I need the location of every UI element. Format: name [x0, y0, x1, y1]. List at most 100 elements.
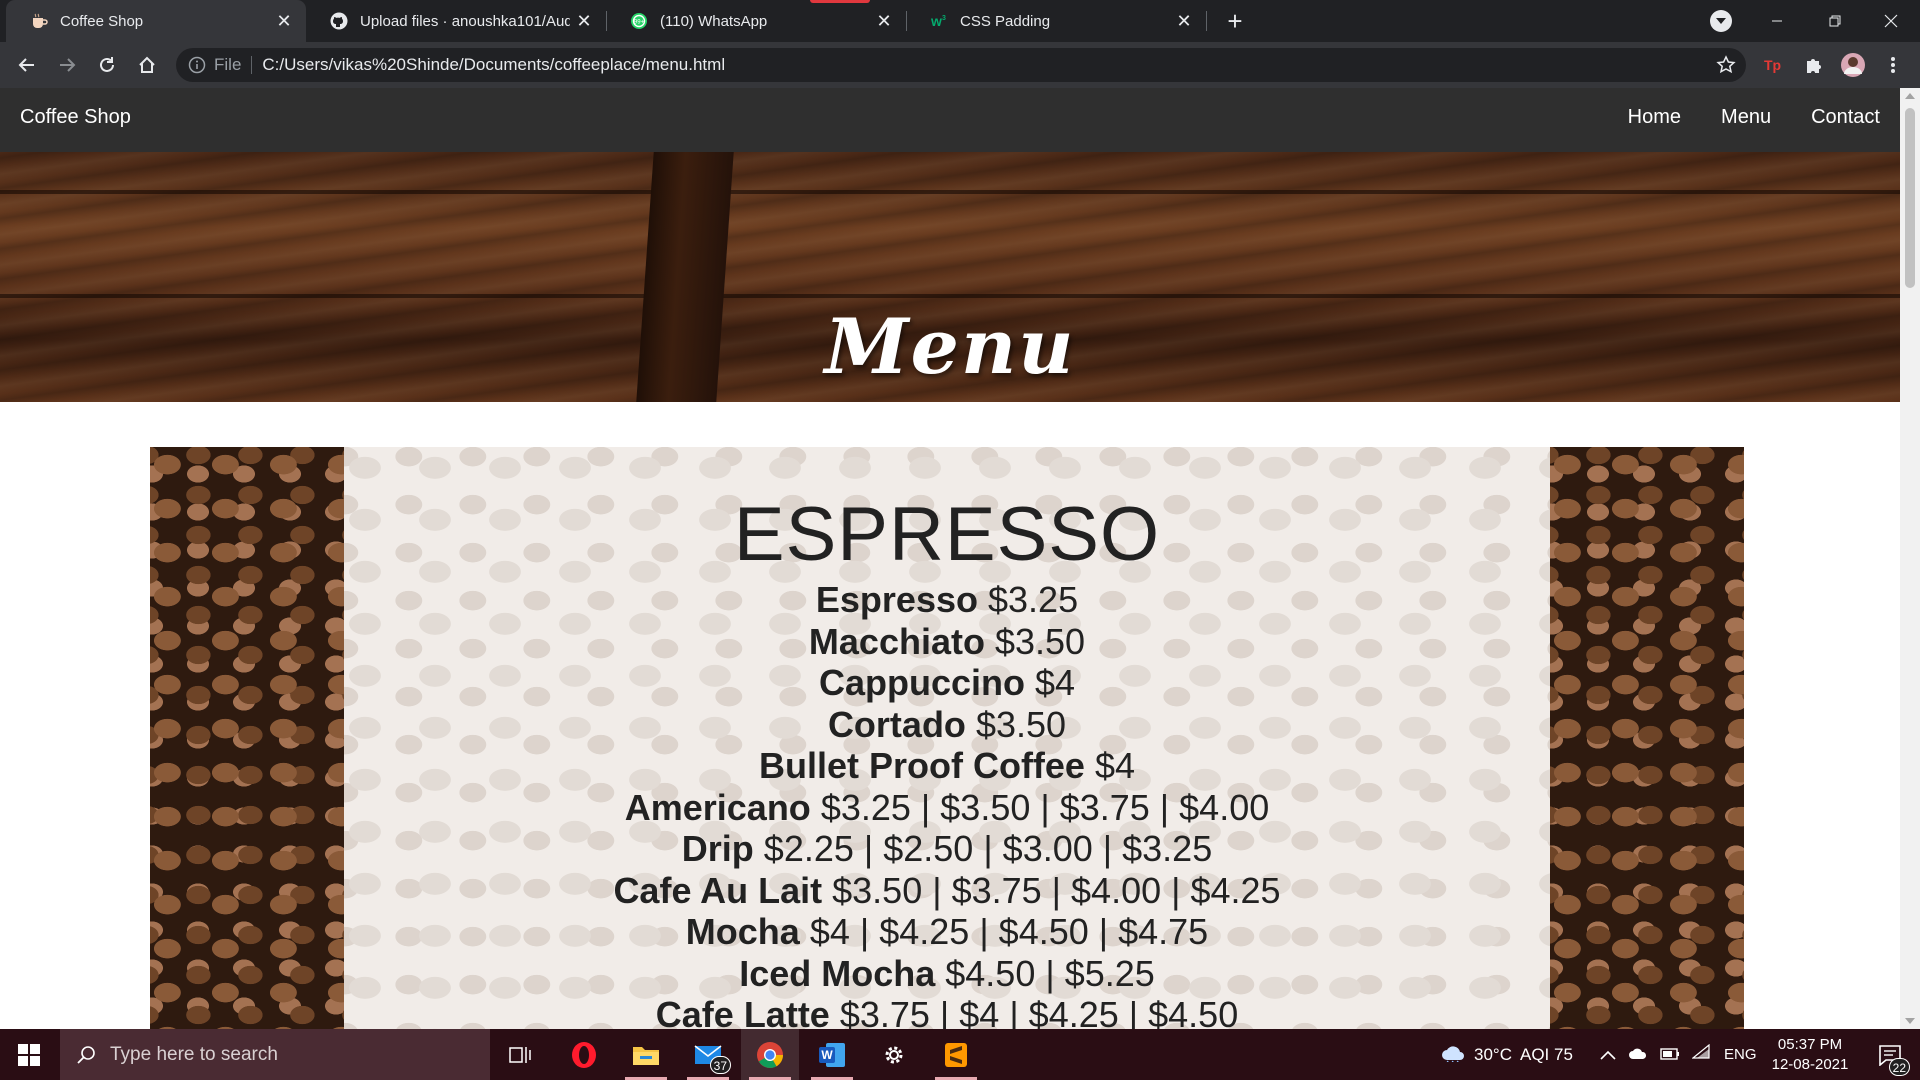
- nav-contact-link[interactable]: Contact: [1811, 106, 1880, 129]
- tab-coffee-shop[interactable]: Coffee Shop ✕: [6, 0, 306, 42]
- menu-item: Mocha $4 | $4.25 | $4.50 | $4.75: [150, 911, 1744, 953]
- close-icon[interactable]: ✕: [870, 7, 898, 35]
- battery-icon[interactable]: [1660, 1045, 1680, 1065]
- menu-item: Espresso $3.25: [150, 579, 1744, 621]
- settings-gear-icon[interactable]: [865, 1029, 923, 1080]
- scroll-down-arrow-icon[interactable]: [1905, 1018, 1915, 1024]
- windows-taskbar: Type here to search 37 W 30°C AQI 75 ENG…: [0, 1029, 1920, 1080]
- menu-item-price: $3.50: [994, 620, 1086, 662]
- whatsapp-icon: 99+: [630, 12, 648, 30]
- task-view-icon[interactable]: [491, 1029, 549, 1080]
- svg-text:3: 3: [942, 15, 946, 22]
- hero-title: Menu: [824, 302, 1076, 391]
- chevron-up-icon[interactable]: [1600, 1045, 1616, 1065]
- page-viewport: Coffee Shop Home Menu Contact Menu ESPRE…: [0, 88, 1900, 1029]
- coffee-cup-icon: [30, 12, 48, 30]
- menu-item: Bullet Proof Coffee $4: [150, 745, 1744, 787]
- site-brand[interactable]: Coffee Shop: [20, 106, 131, 129]
- home-button[interactable]: [130, 48, 164, 82]
- menu-item-price: $3.25 | $3.50 | $3.75 | $4.00: [820, 786, 1270, 828]
- extensions-puzzle-icon[interactable]: [1796, 48, 1830, 82]
- svg-text:W: W: [821, 1048, 833, 1062]
- chrome-icon[interactable]: [741, 1029, 799, 1080]
- language-indicator[interactable]: ENG: [1724, 1046, 1757, 1063]
- scroll-up-arrow-icon[interactable]: [1905, 93, 1915, 99]
- page-scrollbar[interactable]: [1900, 88, 1920, 1029]
- windows-start-button[interactable]: [0, 1029, 58, 1080]
- menu-item: Americano $3.25 | $3.50 | $3.75 | $4.00: [150, 787, 1744, 829]
- tab-activity-indicator: [810, 0, 870, 3]
- scrollbar-thumb[interactable]: [1905, 108, 1915, 288]
- clock[interactable]: 05:37 PM 12-08-2021: [1760, 1035, 1860, 1075]
- minimize-button[interactable]: [1748, 0, 1806, 42]
- menu-section-title: ESPRESSO: [733, 492, 1161, 577]
- menu-item-price: $3.50: [975, 703, 1067, 745]
- extension-tp-icon[interactable]: Tp: [1756, 48, 1790, 82]
- info-icon[interactable]: [188, 56, 206, 74]
- forward-button[interactable]: [50, 48, 84, 82]
- onedrive-cloud-icon[interactable]: [1628, 1045, 1648, 1065]
- menu-item-name: Espresso: [815, 579, 978, 620]
- tab-github-upload[interactable]: Upload files · anoushka101/Audit ✕: [306, 0, 606, 42]
- taskbar-search-box[interactable]: Type here to search: [60, 1029, 490, 1080]
- menu-item-name: Bullet Proof Coffee: [758, 745, 1085, 786]
- notification-badge: 22: [1888, 1058, 1910, 1076]
- close-window-button[interactable]: [1862, 0, 1920, 42]
- temperature: 30°C: [1474, 1044, 1512, 1064]
- file-explorer-icon[interactable]: [617, 1029, 675, 1080]
- tab-strip: Coffee Shop ✕ Upload files · anoushka101…: [0, 0, 1920, 42]
- weather-widget[interactable]: 30°C AQI 75: [1440, 1029, 1573, 1080]
- svg-text:Tp: Tp: [1764, 57, 1781, 73]
- menu-item: Cafe Latte $3.75 | $4 | $4.25 | $4.50: [150, 994, 1744, 1029]
- tab-title: CSS Padding: [960, 12, 1051, 30]
- wifi-icon[interactable]: [1691, 1043, 1710, 1065]
- menu-item-name: Iced Mocha: [739, 952, 936, 994]
- notification-center-icon[interactable]: 22: [1860, 1029, 1920, 1080]
- tab-title: (110) WhatsApp: [660, 12, 768, 30]
- close-icon[interactable]: ✕: [1170, 7, 1198, 35]
- restore-button[interactable]: [1806, 0, 1864, 42]
- tab-title: Coffee Shop: [60, 12, 144, 30]
- url-text[interactable]: C:/Users/vikas%20Shinde/Documents/coffee…: [262, 55, 725, 75]
- air-quality: AQI 75: [1519, 1044, 1573, 1064]
- tab-search-icon[interactable]: [1710, 10, 1732, 32]
- menu-item-price: $4: [1034, 662, 1076, 703]
- menu-item-name: Americano: [624, 786, 811, 828]
- nav-home-link[interactable]: Home: [1628, 106, 1681, 129]
- opera-browser-icon[interactable]: [555, 1029, 613, 1080]
- menu-item-price: $4: [1094, 745, 1136, 786]
- url-scheme: File: [214, 55, 242, 74]
- github-icon: [330, 12, 348, 30]
- mail-icon[interactable]: 37: [679, 1029, 737, 1080]
- bookmark-star-icon[interactable]: [1716, 55, 1736, 75]
- address-bar[interactable]: File C:/Users/vikas%20Shinde/Documents/c…: [176, 48, 1746, 82]
- wood-plank-seam: [0, 294, 1900, 298]
- new-tab-button[interactable]: +: [1220, 6, 1250, 36]
- tab-css-padding[interactable]: w3 CSS Padding ✕: [906, 0, 1206, 42]
- tab-title: Upload files · anoushka101/Audit: [360, 12, 570, 30]
- menu-item-name: Drip: [681, 828, 754, 869]
- menu-item: Drip $2.25 | $2.50 | $3.00 | $3.25: [150, 828, 1744, 870]
- more-menu-icon[interactable]: [1876, 48, 1910, 82]
- site-nav: Home Menu Contact: [1628, 106, 1880, 129]
- nav-menu-link[interactable]: Menu: [1721, 106, 1771, 129]
- profile-avatar[interactable]: [1836, 48, 1870, 82]
- back-button[interactable]: [10, 48, 44, 82]
- tab-whatsapp[interactable]: 99+ (110) WhatsApp ✕: [606, 0, 906, 42]
- close-icon[interactable]: ✕: [570, 7, 598, 35]
- hero-banner: Menu: [0, 152, 1900, 402]
- wood-plank-seam: [0, 190, 1900, 194]
- site-navbar: Coffee Shop Home Menu Contact: [0, 88, 1900, 152]
- system-tray: ENG: [1600, 1029, 1757, 1080]
- menu-item-name: Cafe Latte: [655, 994, 830, 1029]
- sublime-text-icon[interactable]: [927, 1029, 985, 1080]
- menu-item: Cortado $3.50: [150, 704, 1744, 746]
- svg-text:w: w: [930, 13, 942, 29]
- svg-text:99+: 99+: [634, 20, 645, 26]
- menu-item-name: Cappuccino: [818, 662, 1025, 703]
- reload-button[interactable]: [90, 48, 124, 82]
- word-icon[interactable]: W: [803, 1029, 861, 1080]
- menu-item-price: $4 | $4.25 | $4.50 | $4.75: [809, 911, 1209, 952]
- close-icon[interactable]: ✕: [270, 7, 298, 35]
- search-icon: [76, 1045, 96, 1065]
